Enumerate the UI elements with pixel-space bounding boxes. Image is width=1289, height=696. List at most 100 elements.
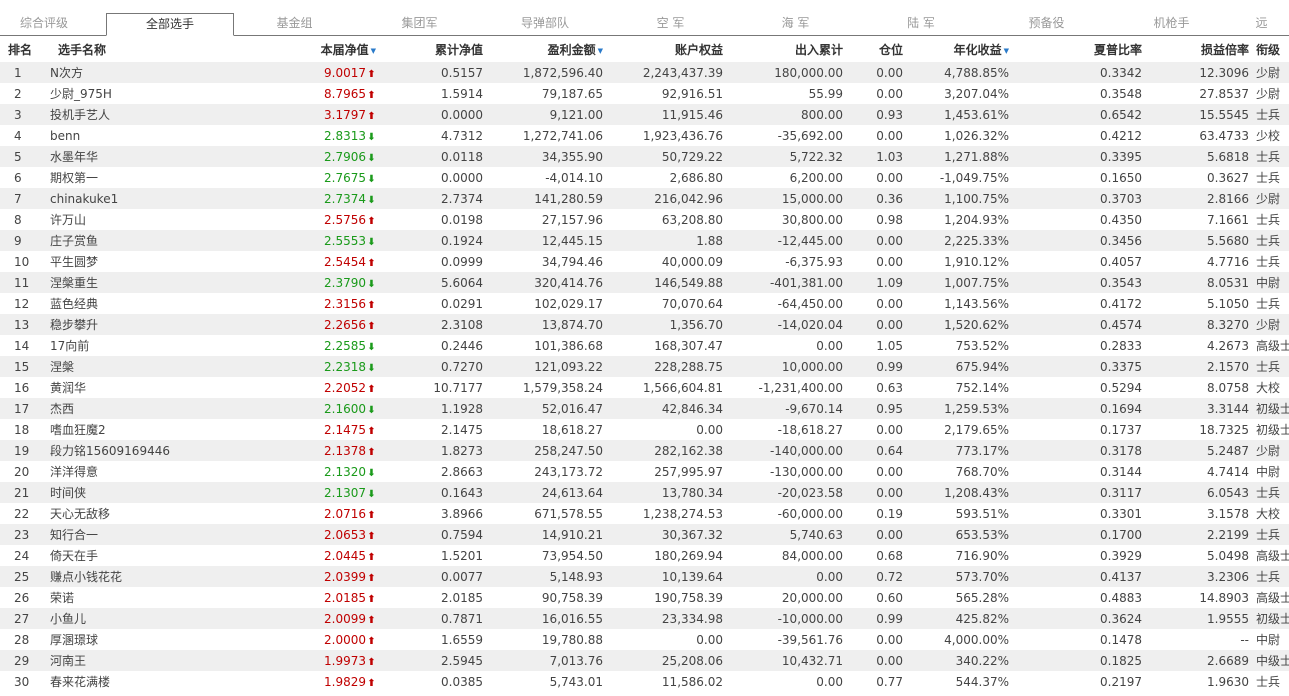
table-row[interactable]: 9 庄子赏鱼 2.5553⬇ 0.1924 12,445.15 1.88 -12,445.0… [0, 230, 1289, 251]
table-row[interactable]: 16 黄润华 2.2052⬆ 10.7177 1,579,358.24 1,566,604… [0, 377, 1289, 398]
flow-cell: -39,561.76 [777, 632, 843, 647]
player-name-link[interactable]: 稳步攀升 [50, 314, 250, 335]
player-name-link[interactable]: 杰西 [50, 398, 250, 419]
player-name-link[interactable]: 涅槃 [50, 356, 250, 377]
header-pl-ratio[interactable]: 损益倍率 [1142, 37, 1249, 62]
header-nav[interactable]: 本届净值 ▼ [250, 37, 378, 62]
player-name-link[interactable]: 少尉_975H [50, 83, 250, 104]
table-row[interactable]: 1 N次方 9.0017⬆ 0.5157 1,872,596.40 2,243,437.3… [0, 62, 1289, 83]
table-row[interactable]: 6 期权第一 2.7675⬇ 0.0000 -4,014.10 2,686.80 6,200… [0, 167, 1289, 188]
player-name-link[interactable]: 厚溷璟球 [50, 629, 250, 650]
table-row[interactable]: 15 涅槃 2.2318⬇ 0.7270 121,093.22 228,288.75 10,… [0, 356, 1289, 377]
table-row[interactable]: 2 少尉_975H 8.7965⬆ 1.5914 79,187.65 92,916.51 5… [0, 83, 1289, 104]
nav-cell: 2.1475⬆ [250, 419, 378, 440]
table-row[interactable]: 19 段力铭15609169446 2.1378⬆ 1.8273 258,247.50 2… [0, 440, 1289, 461]
player-name-link[interactable]: 17向前 [50, 335, 250, 356]
table-row[interactable]: 24 倚天在手 2.0445⬆ 1.5201 73,954.50 180,269.94 84… [0, 545, 1289, 566]
table-row[interactable]: 28 厚溷璟球 2.0000⬆ 1.6559 19,780.88 0.00 -39,561.… [0, 629, 1289, 650]
profit-cell: 52,016.47 [541, 401, 603, 416]
player-name-link[interactable]: 天心无敌移 [50, 503, 250, 524]
tab-4[interactable]: 集团军 [357, 12, 482, 34]
table-row[interactable]: 22 天心无敌移 2.0716⬆ 3.8966 671,578.55 1,238,274.… [0, 503, 1289, 524]
cum-nav-cell: 0.7270 [441, 359, 483, 374]
header-profit[interactable]: 盈利金额 ▼ [483, 37, 603, 62]
header-equity[interactable]: 账户权益 [603, 37, 723, 62]
header-annual[interactable]: 年化收益 ▼ [903, 37, 1009, 62]
header-rank-title[interactable]: 衔级 [1249, 37, 1289, 62]
player-name-link[interactable]: 春来花满楼 [50, 671, 250, 692]
table-row[interactable]: 11 涅槃重生 2.3790⬇ 5.6064 320,414.76 146,549.88-… [0, 272, 1289, 293]
sort-desc-icon[interactable]: ▼ [598, 47, 603, 55]
player-name-link[interactable]: 嗜血狂魔2 [50, 419, 250, 440]
header-flow[interactable]: 出入累计 [723, 37, 843, 62]
tab-3[interactable]: 基金组 [232, 12, 357, 34]
table-row[interactable]: 14 17向前 2.2585⬇ 0.2446 101,386.68 168,307.47 0… [0, 335, 1289, 356]
player-name-link[interactable]: 小鱼儿 [50, 608, 250, 629]
header-sharpe[interactable]: 夏普比率 [1009, 37, 1142, 62]
player-name-link[interactable]: 河南王 [50, 650, 250, 671]
table-row[interactable]: 13 稳步攀升 2.2656⬆ 2.3108 13,874.70 1,356.70 -14,… [0, 314, 1289, 335]
player-name-link[interactable]: 知行合一 [50, 524, 250, 545]
tab-6[interactable]: 空 军 [608, 12, 733, 34]
rank-cell: 23 [14, 527, 30, 542]
tab-5[interactable]: 导弹部队 [482, 12, 608, 34]
header-position[interactable]: 仓位 [843, 37, 903, 62]
player-name-link[interactable]: 期权第一 [50, 167, 250, 188]
header-name[interactable]: 选手名称 [50, 37, 250, 62]
table-row[interactable]: 30 春来花满楼 1.9829⬆ 0.0385 5,743.01 11,586.02 0.0… [0, 671, 1289, 692]
table-row[interactable]: 18 嗜血狂魔2 2.1475⬆ 2.1475 18,618.27 0.00 -18,618… [0, 419, 1289, 440]
player-name-link[interactable]: 投机手艺人 [50, 104, 250, 125]
sort-desc-icon[interactable]: ▼ [371, 47, 376, 55]
table-row[interactable]: 26 荣诺 2.0185⬆ 2.0185 90,758.39 190,758.39 20,0… [0, 587, 1289, 608]
tab-2[interactable]: 全部选手 [106, 13, 234, 36]
player-name-link[interactable]: 许万山 [50, 209, 250, 230]
tab-9[interactable]: 预备役 [984, 12, 1109, 34]
sort-desc-icon[interactable]: ▼ [1004, 47, 1009, 55]
rank-title-cell: 初级士官 [1256, 402, 1289, 416]
table-row[interactable]: 20 洋洋得意 2.1320⬇ 2.8663 243,173.72 257,995.97-… [0, 461, 1289, 482]
player-name-link[interactable]: 庄子赏鱼 [50, 230, 250, 251]
table-row[interactable]: 25 赚点小钱花花 2.0399⬆ 0.0077 5,148.93 10,139.64 0.… [0, 566, 1289, 587]
table-row[interactable]: 3 投机手艺人 3.1797⬆ 0.0000 9,121.00 11,915.46 800.… [0, 104, 1289, 125]
table-row[interactable]: 10 平生圆梦 2.5454⬆ 0.0999 34,794.46 40,000.09 -6,… [0, 251, 1289, 272]
player-name-link[interactable]: 段力铭15609169446 [50, 440, 250, 461]
player-name-link[interactable]: chinakuke1 [50, 188, 250, 209]
header-rank[interactable]: 排名 [0, 37, 50, 62]
table-row[interactable]: 27 小鱼儿 2.0099⬆ 0.7871 16,016.55 23,334.98 -10,… [0, 608, 1289, 629]
pagination-strip-clipped [0, 0, 1289, 6]
player-name-link[interactable]: 倚天在手 [50, 545, 250, 566]
equity-cell: 25,208.06 [661, 653, 723, 668]
table-row[interactable]: 8 许万山 2.5756⬆ 0.0198 27,157.96 63,208.80 30,80… [0, 209, 1289, 230]
table-row[interactable]: 5 水墨年华 2.7906⬇ 0.0118 34,355.90 50,729.22 5,72… [0, 146, 1289, 167]
player-name-link[interactable]: 洋洋得意 [50, 461, 250, 482]
player-name-link[interactable]: N次方 [50, 62, 250, 83]
tab-11[interactable]: 远 [1234, 12, 1289, 34]
table-row[interactable]: 4 benn 2.8313⬇ 4.7312 1,272,741.06 1,923,436.… [0, 125, 1289, 146]
player-name-link[interactable]: 赚点小钱花花 [50, 566, 250, 587]
rank-cell: 29 [14, 653, 30, 668]
flow-cell: 55.99 [808, 86, 843, 101]
annual-cell: 2,179.65% [944, 422, 1009, 437]
table-row[interactable]: 17 杰西 2.1600⬇ 1.1928 52,016.47 42,846.34 -9,67… [0, 398, 1289, 419]
player-name-link[interactable]: 时间侠 [50, 482, 250, 503]
table-row[interactable]: 23 知行合一 2.0653⬆ 0.7594 14,910.21 30,367.32 5,7… [0, 524, 1289, 545]
player-name-link[interactable]: benn [50, 125, 250, 146]
table-row[interactable]: 21 时间侠 2.1307⬇ 0.1643 24,613.64 13,780.34 -20,… [0, 482, 1289, 503]
player-name-link[interactable]: 平生圆梦 [50, 251, 250, 272]
player-name-link[interactable]: 蓝色经典 [50, 293, 250, 314]
table-row[interactable]: 7 chinakuke1 2.7374⬇ 2.7374 141,280.59 216,04… [0, 188, 1289, 209]
annual-cell: 1,259.53% [944, 401, 1009, 416]
tab-10[interactable]: 机枪手 [1109, 12, 1234, 34]
player-name-link[interactable]: 涅槃重生 [50, 272, 250, 293]
player-name-link[interactable]: 水墨年华 [50, 146, 250, 167]
tab-8[interactable]: 陆 军 [858, 12, 984, 34]
table-row[interactable]: 12 蓝色经典 2.3156⬆ 0.0291 102,029.17 70,070.64 -6… [0, 293, 1289, 314]
rank-cell: 2 [14, 86, 22, 101]
header-cum-nav[interactable]: 累计净值 [378, 37, 483, 62]
player-name-link[interactable]: 黄润华 [50, 377, 250, 398]
player-name-link[interactable]: 荣诺 [50, 587, 250, 608]
table-row[interactable]: 29 河南王 1.9973⬆ 2.5945 7,013.76 25,208.06 10,43… [0, 650, 1289, 671]
tab-1[interactable]: 综合评级 [0, 12, 88, 34]
tab-7[interactable]: 海 军 [733, 12, 858, 34]
pl-ratio-cell: 5.5680 [1207, 233, 1249, 248]
